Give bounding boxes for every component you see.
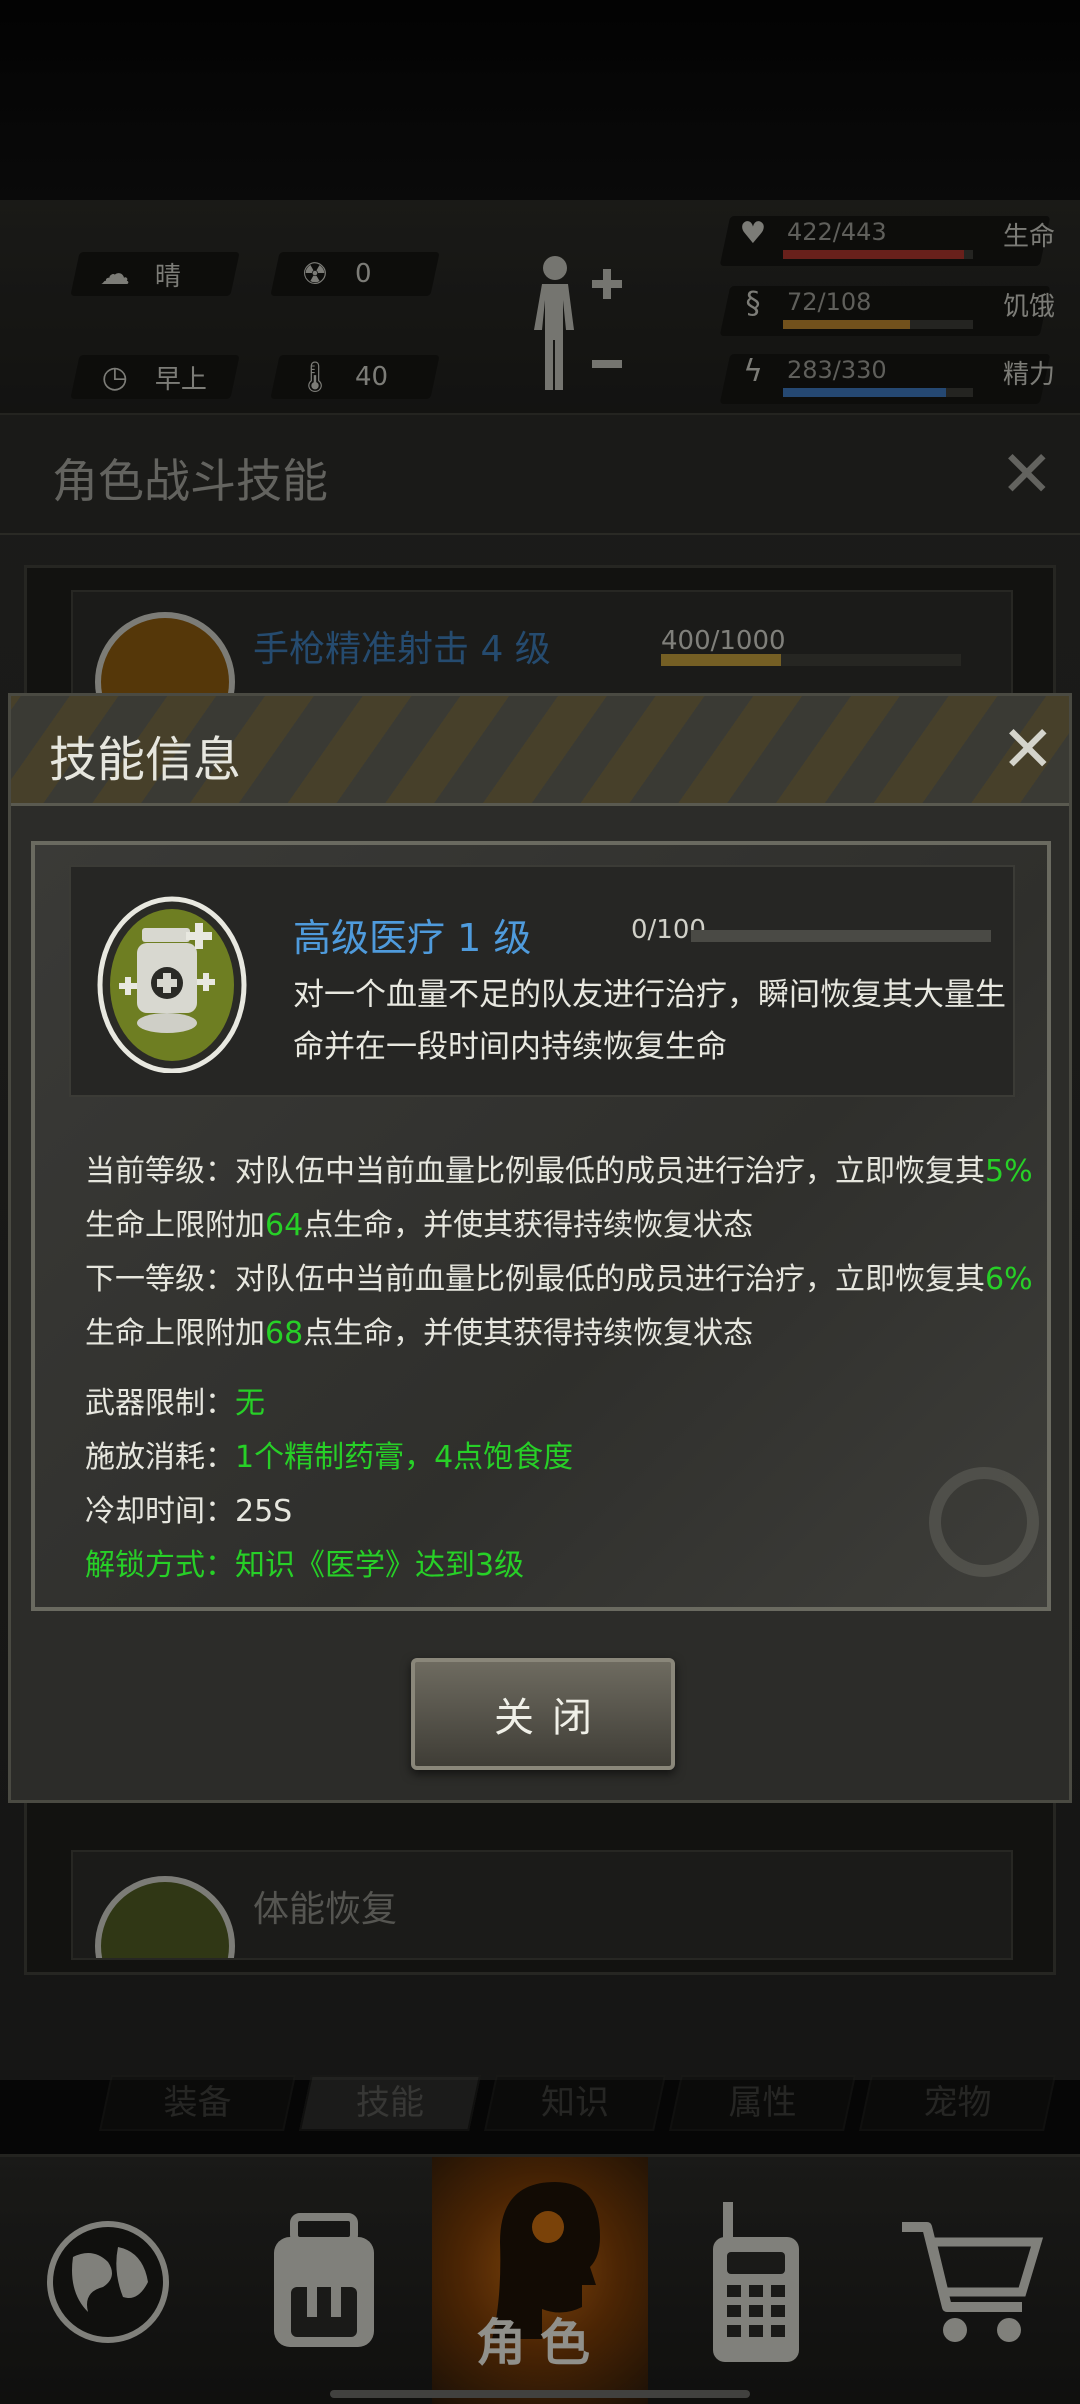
next-level-line1: 下一等级：对队伍中当前血量比例最低的成员进行治疗，立即恢复其6% [85,1262,1033,1297]
medical-kit-skill-icon [97,896,247,1073]
weapon-restriction: 武器限制：无 [85,1386,265,1421]
current-bonus-hp: 64 [265,1208,304,1243]
next-level-line2: 生命上限附加68点生命，并使其获得持续恢复状态 [85,1316,754,1351]
dialog-close-icon[interactable]: ✕ [1001,718,1055,782]
next-heal-percent: 6% [985,1262,1033,1297]
skill-info-title: 技能信息 [49,732,242,788]
unlock-condition: 解锁方式：知识《医学》达到3级 [85,1548,525,1583]
skill-description: 对一个血量不足的队友进行治疗，瞬间恢复其大量生命并在一段时间内持续恢复生命 [293,977,1006,1065]
skill-info-header: 技能信息 ✕ [11,696,1069,806]
radiation-watermark-icon [929,1467,1039,1577]
skill-name: 高级医疗 1 级 [293,916,532,960]
next-bonus-hp: 68 [265,1316,304,1351]
skill-summary-card: 高级医疗 1 级 0/100 对一个血量不足的队友进行治疗，瞬间恢复其大量生命并… [69,865,1015,1097]
cast-cost: 施放消耗：1个精制药膏，4点饱食度 [85,1440,574,1475]
cooldown-time: 冷却时间：25S [85,1494,293,1529]
current-level-line2: 生命上限附加64点生命，并使其获得持续恢复状态 [85,1208,754,1243]
skill-info-dialog: 技能信息 ✕ 高级医疗 1 级 0/100 对一个血量不足的队友进行治疗，瞬间恢… [8,693,1072,1803]
skill-detail-panel: 高级医疗 1 级 0/100 对一个血量不足的队友进行治疗，瞬间恢复其大量生命并… [31,841,1051,1611]
current-level-line1: 当前等级：对队伍中当前血量比例最低的成员进行治疗，立即恢复其5% [85,1154,1033,1189]
current-heal-percent: 5% [985,1154,1033,1189]
skill-progress-bar [691,930,991,942]
close-button[interactable]: 关闭 [411,1658,675,1770]
